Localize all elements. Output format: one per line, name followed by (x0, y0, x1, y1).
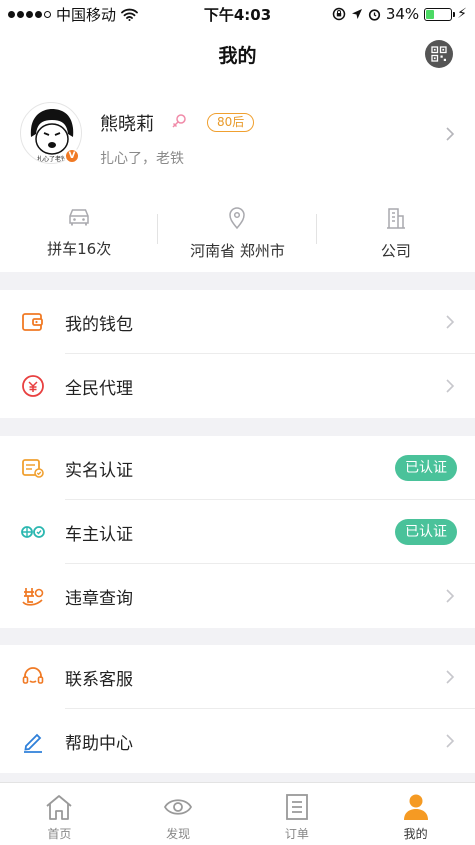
menu-item-label: 车主认证 (65, 524, 133, 545)
tab-label: 订单 (284, 827, 309, 841)
wifi-icon (121, 8, 138, 21)
chevron-right-icon (446, 127, 455, 141)
user-motto: 扎心了，老铁 (100, 151, 184, 167)
profile-card[interactable]: 扎心了老铁 V 熊晓莉 80后 扎心了，老铁 (0, 80, 475, 192)
tab-orders[interactable]: 订单 (238, 783, 357, 845)
headset-icon (20, 664, 46, 690)
tab-label: 发现 (166, 827, 191, 841)
menu-item-label: 实名认证 (65, 460, 133, 481)
qr-code-icon (431, 46, 447, 62)
battery-percent: 34% (385, 5, 420, 23)
verified-badge: V (64, 148, 80, 164)
chevron-right-icon (446, 379, 455, 393)
menu-group-finance: 我的钱包 全民代理 (0, 290, 475, 418)
wallet-icon (20, 309, 46, 335)
alarm-icon (368, 8, 380, 21)
menu-item-label: 帮助中心 (65, 733, 133, 754)
status-bar: 中国移动 下午4:03 34% ⚡ (0, 0, 475, 28)
menu-group-support: 联系客服 帮助中心 (0, 645, 475, 773)
stat-trips-label: 拼车16次 (47, 240, 112, 258)
stat-location-label: 河南省 郑州市 (190, 242, 285, 260)
tab-home[interactable]: 首页 (0, 783, 119, 845)
menu-item-customer-service[interactable]: 联系客服 (0, 645, 475, 709)
female-gender-icon (172, 114, 186, 128)
battery-icon (424, 7, 456, 21)
menu-item-help-center[interactable]: 帮助中心 (0, 709, 475, 773)
eye-icon (164, 799, 193, 815)
menu-item-wallet[interactable]: 我的钱包 (0, 290, 475, 354)
home-icon (46, 795, 72, 820)
user-name: 熊晓莉 (100, 114, 154, 135)
stat-company-label: 公司 (380, 242, 411, 260)
menu-group-verification: 实名认证 已认证 车主认证 已认证 违章查询 (0, 436, 475, 628)
age-badge: 80后 (207, 113, 255, 132)
navigation-bar: 我的 (0, 28, 475, 80)
menu-item-id-verification[interactable]: 实名认证 已认证 (0, 436, 475, 500)
user-icon (403, 794, 428, 820)
chevron-right-icon (446, 589, 455, 603)
chevron-right-icon (446, 670, 455, 684)
charging-icon: ⚡ (457, 6, 467, 22)
page-title: 我的 (218, 44, 257, 67)
qr-code-button[interactable] (425, 40, 453, 68)
menu-item-label: 联系客服 (65, 669, 133, 690)
certified-badge: 已认证 (395, 519, 457, 545)
menu-item-violation-query[interactable]: 违章查询 (0, 564, 475, 628)
menu-item-agent[interactable]: 全民代理 (0, 354, 475, 418)
signal-strength-icon (8, 10, 51, 18)
location-arrow-icon (351, 9, 362, 19)
tab-discover[interactable]: 发现 (119, 783, 238, 845)
stat-location[interactable]: 河南省 郑州市 (158, 192, 317, 272)
stat-company[interactable]: 公司 (317, 192, 475, 272)
id-card-icon (20, 455, 46, 481)
car-owner-icon (20, 519, 46, 545)
tab-me[interactable]: 我的 (356, 783, 475, 845)
tab-label: 我的 (403, 827, 428, 841)
menu-item-label: 全民代理 (65, 378, 133, 399)
menu-item-label: 违章查询 (65, 588, 133, 609)
bottom-tab-bar: 首页 发现 订单 我的 (0, 782, 475, 845)
pen-icon (20, 728, 46, 754)
order-icon (285, 794, 308, 820)
car-icon (69, 209, 89, 226)
avatar-caption: 扎心了老铁 (37, 155, 67, 163)
certified-badge: 已认证 (395, 455, 457, 481)
menu-item-label: 我的钱包 (65, 314, 133, 335)
menu-item-car-owner-verification[interactable]: 车主认证 已认证 (0, 500, 475, 564)
coin-icon (20, 373, 46, 399)
user-stats: 拼车16次 河南省 郑州市 公司 (0, 192, 475, 272)
location-pin-icon (229, 207, 246, 230)
chevron-right-icon (446, 315, 455, 329)
chevron-right-icon (446, 734, 455, 748)
carrier-label: 中国移动 (56, 5, 117, 24)
rotation-lock-icon (332, 7, 346, 21)
stat-trips[interactable]: 拼车16次 (0, 192, 159, 272)
building-icon (386, 208, 405, 229)
tab-label: 首页 (47, 827, 72, 841)
violation-icon (20, 583, 46, 609)
